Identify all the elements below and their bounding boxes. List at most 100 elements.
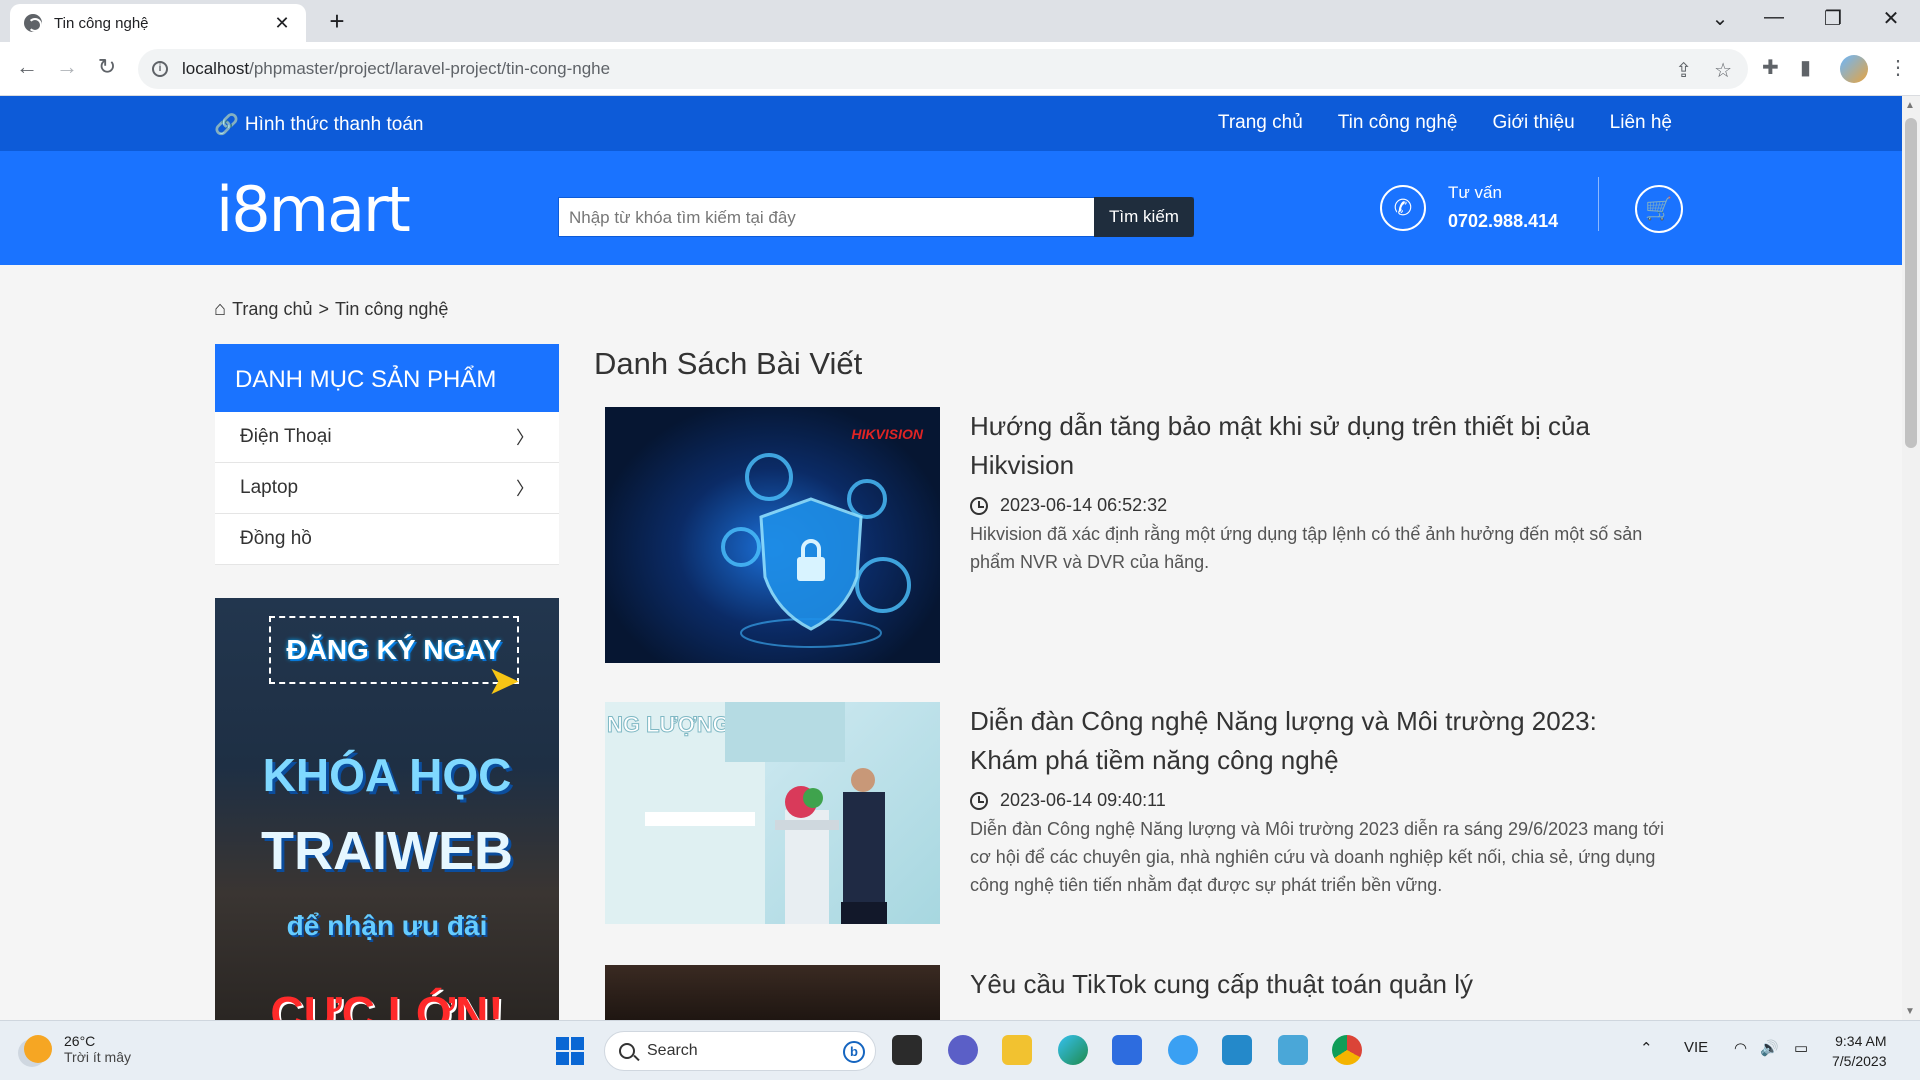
clock-date: 7/5/2023 — [1832, 1053, 1887, 1069]
minimize-icon[interactable]: — — [1754, 6, 1794, 29]
chevron-right-icon: 〉 — [516, 479, 534, 499]
scroll-up-icon[interactable]: ▲ — [1905, 100, 1915, 111]
pointer-cursor-icon: ➤ — [487, 659, 521, 703]
payment-label: Hình thức thanh toán — [244, 113, 424, 135]
wifi-icon[interactable]: ◠ — [1734, 1039, 1747, 1057]
profile-avatar[interactable] — [1840, 55, 1868, 83]
forward-icon[interactable]: → — [52, 54, 82, 80]
post-item: HIKVISION Hướng dẫn tăng bảo mật khi sử … — [605, 407, 1675, 663]
course-banner[interactable]: ĐĂNG KÝ NGAY ➤ KHÓA HỌC TRAIWEB để nhận … — [215, 598, 559, 1020]
phone-icon: ✆ — [1380, 185, 1426, 231]
bookmark-star-icon[interactable]: ☆ — [1714, 58, 1732, 83]
cart-icon[interactable]: 🛒 — [1635, 185, 1683, 233]
svg-text:HIKVISION: HIKVISION — [851, 426, 923, 442]
post-item: Yêu cầu TikTok cung cấp thuật toán quản … — [605, 965, 1675, 1020]
post-date: 2023-06-14 09:40:11 — [970, 790, 1166, 811]
category-item-phone[interactable]: Điện Thoại 〉 — [215, 412, 559, 463]
category-label: Đồng hồ — [240, 528, 312, 549]
post-excerpt: Hikvision đã xác định rằng một ứng dụng … — [970, 524, 1643, 572]
header-divider — [1598, 177, 1599, 231]
breadcrumb-separator: > — [318, 299, 329, 319]
store-icon[interactable] — [1112, 1035, 1142, 1065]
post-title[interactable]: Hướng dẫn tăng bảo mật khi sử dụng trên … — [970, 407, 1670, 485]
chrome-icon[interactable] — [1332, 1035, 1362, 1065]
task-view-icon[interactable] — [892, 1035, 922, 1065]
breadcrumb: ⌂ Trang chủ > Tin công nghệ — [214, 298, 448, 321]
taskbar-search-label: Search — [647, 1042, 698, 1059]
notepad-icon[interactable] — [1278, 1035, 1308, 1065]
address-bar[interactable]: i localhost/phpmaster/project/laravel-pr… — [138, 49, 1748, 89]
close-window-icon[interactable]: ✕ — [1871, 6, 1911, 31]
restore-icon[interactable]: ❐ — [1813, 6, 1853, 31]
nav-contact[interactable]: Liên hệ — [1610, 112, 1672, 134]
weather-text: Trời ít mây — [64, 1049, 131, 1065]
breadcrumb-home[interactable]: Trang chủ — [232, 299, 312, 320]
back-icon[interactable]: ← — [12, 54, 42, 80]
post-thumbnail[interactable]: HIKVISION — [605, 407, 940, 663]
weather-icon — [24, 1035, 52, 1063]
home-icon[interactable]: ⌂ — [214, 298, 226, 321]
post-title[interactable]: Yêu cầu TikTok cung cấp thuật toán quản … — [970, 965, 1670, 1004]
category-label: Laptop — [240, 477, 299, 498]
post-thumbnail[interactable] — [605, 965, 940, 1020]
category-heading: DANH MỤC SẢN PHẨM — [215, 344, 559, 412]
site-info-icon[interactable]: i — [152, 61, 168, 77]
reload-icon[interactable]: ↻ — [92, 54, 122, 80]
browser-tab[interactable]: Tin công nghệ ✕ — [10, 4, 306, 42]
consult-phone[interactable]: 0702.988.414 — [1448, 211, 1558, 232]
nav-home[interactable]: Trang chủ — [1218, 112, 1303, 134]
post-thumbnail[interactable]: NG LƯỢNG — [605, 702, 940, 924]
search-input[interactable]: Nhập từ khóa tìm kiếm tại đây — [569, 208, 796, 228]
teams-chat-icon[interactable] — [948, 1035, 978, 1065]
share-icon[interactable]: ⇪ — [1675, 58, 1692, 83]
banner-line2: TRAIWEB — [261, 821, 513, 881]
weather-widget[interactable]: 26°C Trời ít mây — [24, 1033, 131, 1065]
category-item-watch[interactable]: Đồng hồ — [215, 514, 559, 565]
chevron-up-icon[interactable]: ⌃ — [1640, 1039, 1653, 1057]
menu-icon[interactable]: ⋮ — [1888, 55, 1908, 80]
post-date-text: 2023-06-14 09:40:11 — [1000, 790, 1166, 810]
link-icon: 🔗 — [214, 114, 239, 136]
search-icon — [619, 1043, 635, 1059]
tab-title: Tin công nghệ — [54, 14, 149, 32]
consult-info: Tư vấn 0702.988.414 — [1448, 183, 1558, 232]
nav-tech-news[interactable]: Tin công nghệ — [1338, 112, 1458, 134]
tab-search-icon[interactable]: ⌄ — [1700, 6, 1740, 31]
banner-register: ĐĂNG KÝ NGAY — [286, 634, 502, 665]
start-icon[interactable] — [556, 1037, 584, 1065]
scroll-down-icon[interactable]: ▼ — [1905, 1006, 1915, 1017]
battery-icon[interactable]: ▭ — [1794, 1039, 1808, 1057]
file-explorer-icon[interactable] — [1002, 1035, 1032, 1065]
close-tab-icon[interactable]: ✕ — [272, 13, 292, 34]
post-title[interactable]: Diễn đàn Công nghệ Năng lượng và Môi trư… — [970, 702, 1670, 780]
browser-toolbar: ← → ↻ i localhost/phpmaster/project/lara… — [0, 42, 1920, 96]
category-list: Điện Thoại 〉 Laptop 〉 Đồng hồ — [215, 412, 559, 565]
search-button[interactable]: Tìm kiếm — [1094, 197, 1194, 237]
new-tab-button[interactable]: + — [322, 6, 352, 37]
url-text: localhost/phpmaster/project/laravel-proj… — [182, 59, 611, 78]
payment-link[interactable]: 🔗 Hình thức thanh toán — [214, 112, 423, 137]
banner-line3: để nhận ưu đãi — [286, 910, 488, 941]
extensions-icon[interactable]: ✚ — [1762, 55, 1779, 80]
system-clock[interactable]: 9:34 AM 7/5/2023 — [1832, 1031, 1887, 1071]
bing-icon[interactable]: b — [843, 1041, 865, 1063]
language-indicator[interactable]: VIE — [1684, 1039, 1708, 1056]
scrollbar-thumb[interactable] — [1905, 118, 1917, 448]
volume-icon[interactable]: 🔊 — [1760, 1039, 1779, 1057]
taskbar-search[interactable]: Search b — [604, 1031, 876, 1071]
side-panel-icon[interactable]: ▮ — [1800, 55, 1811, 80]
search-form: Nhập từ khóa tìm kiếm tại đây Tìm kiếm — [558, 197, 1194, 237]
app-icon[interactable] — [1168, 1035, 1198, 1065]
post-excerpt: Diễn đàn Công nghệ Năng lượng và Môi trư… — [970, 819, 1664, 895]
category-item-laptop[interactable]: Laptop 〉 — [215, 463, 559, 514]
banner-line1: KHÓA HỌC — [262, 749, 512, 801]
clock-time: 9:34 AM — [1835, 1033, 1887, 1049]
nav-about[interactable]: Giới thiệu — [1492, 112, 1574, 134]
edge-icon[interactable] — [1058, 1035, 1088, 1065]
category-label: Điện Thoại — [240, 426, 332, 447]
site-logo[interactable]: i8mart — [216, 173, 411, 246]
vscode-icon[interactable] — [1222, 1035, 1252, 1065]
conference-photo-illustration: NG LƯỢNG — [605, 702, 887, 924]
top-navigation: Trang chủ Tin công nghệ Giới thiệu Liên … — [1218, 112, 1672, 134]
security-shield-illustration: HIKVISION — [721, 426, 924, 648]
